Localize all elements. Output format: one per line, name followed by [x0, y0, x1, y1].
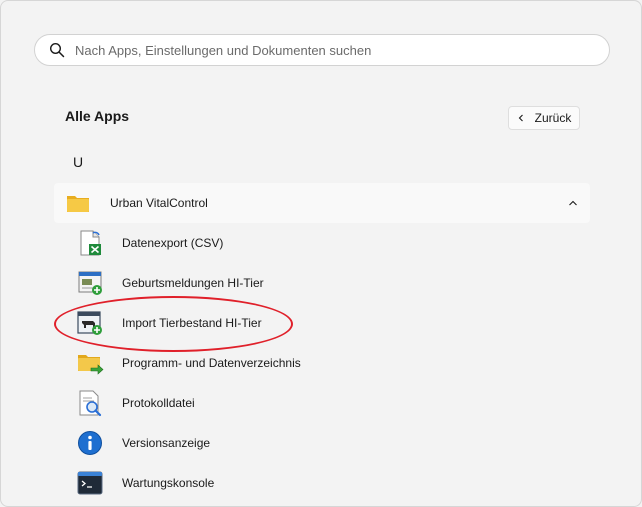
search-icon	[49, 42, 65, 58]
app-label: Versionsanzeige	[122, 436, 211, 450]
app-item-protokolldatei[interactable]: Protokolldatei	[73, 383, 590, 423]
app-item-versionsanzeige[interactable]: Versionsanzeige	[73, 423, 590, 463]
app-label: Programm- und Datenverzeichnis	[122, 356, 301, 370]
group-letter[interactable]: U	[73, 154, 83, 170]
info-icon	[78, 431, 102, 455]
excel-export-icon	[80, 230, 101, 256]
app-list: Datenexport (CSV) Geburtsmeldungen HI-Ti…	[73, 223, 590, 503]
birth-report-icon	[78, 271, 102, 295]
app-item-geburtsmeldungen[interactable]: Geburtsmeldungen HI-Tier	[73, 263, 590, 303]
start-menu-panel: Alle Apps Zurück U Urban VitalControl Da…	[0, 0, 642, 507]
folder-icon	[67, 196, 89, 212]
app-label: Geburtsmeldungen HI-Tier	[122, 276, 264, 290]
app-item-programm-datenverzeichnis[interactable]: Programm- und Datenverzeichnis	[73, 343, 590, 383]
back-button-label: Zurück	[534, 111, 572, 125]
app-label: Protokolldatei	[122, 396, 195, 410]
search-box[interactable]	[34, 34, 610, 66]
search-input[interactable]	[75, 42, 595, 58]
app-label: Wartungskonsole	[122, 476, 215, 490]
back-button[interactable]: Zurück	[508, 106, 580, 130]
folder-urban-vitalcontrol[interactable]: Urban VitalControl	[54, 183, 590, 223]
log-file-icon	[79, 390, 102, 417]
chevron-up-icon[interactable]	[568, 199, 578, 207]
app-label: Import Tierbestand HI-Tier	[122, 316, 262, 330]
app-label: Datenexport (CSV)	[122, 236, 224, 250]
import-livestock-icon	[77, 311, 102, 335]
console-icon	[77, 471, 103, 495]
chevron-left-icon	[518, 114, 523, 122]
app-item-datenexport[interactable]: Datenexport (CSV)	[73, 223, 590, 263]
folder-arrow-icon	[78, 355, 104, 375]
page-title: Alle Apps	[65, 108, 130, 124]
app-item-wartungskonsole[interactable]: Wartungskonsole	[73, 463, 590, 503]
app-item-import-tierbestand[interactable]: Import Tierbestand HI-Tier	[73, 303, 590, 343]
folder-label: Urban VitalControl	[110, 196, 208, 210]
